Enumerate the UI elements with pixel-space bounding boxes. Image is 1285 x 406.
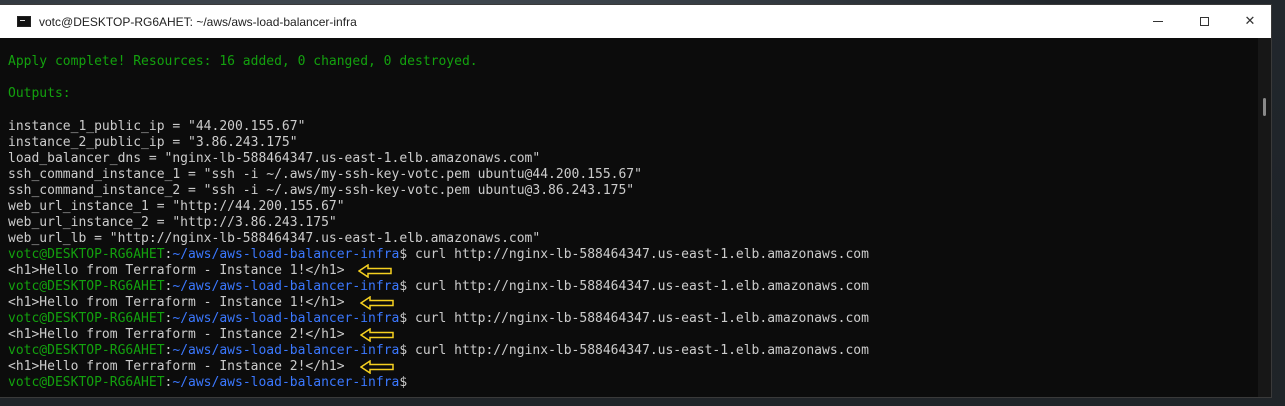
prompt-symbol: $ [399, 279, 408, 294]
output-line: ssh_command_instance_2 = "ssh -i ~/.aws/… [8, 183, 635, 198]
prompt-symbol: $ [399, 311, 408, 326]
prompt-symbol: $ [399, 375, 408, 390]
scrollbar-thumb[interactable] [1263, 98, 1266, 116]
output-line: web_url_lb = "http://nginx-lb-588464347.… [8, 231, 541, 246]
window-title: votc@DESKTOP-RG6AHET: ~/aws/aws-load-bal… [39, 14, 357, 29]
prompt-line: votc@DESKTOP-RG6AHET:~/aws/aws-load-bala… [8, 343, 869, 359]
prompt-line: votc@DESKTOP-RG6AHET:~/aws/aws-load-bala… [8, 311, 869, 327]
prompt-line: votc@DESKTOP-RG6AHET:~/aws/aws-load-bala… [8, 247, 869, 263]
close-button[interactable]: ✕ [1227, 5, 1273, 38]
output-line: load_balancer_dns = "nginx-lb-588464347.… [8, 151, 541, 166]
prompt-user: votc@DESKTOP-RG6AHET [8, 343, 165, 358]
prompt-symbol: $ [399, 247, 408, 262]
response-line: <h1>Hello from Terraform - Instance 2!</… [8, 359, 345, 374]
command-text: curl http://nginx-lb-588464347.us-east-1… [407, 311, 869, 326]
prompt-path: ~/aws/aws-load-balancer-infra [172, 375, 400, 390]
output-line: instance_2_public_ip = "3.86.243.175" [8, 135, 298, 150]
command-text: curl http://nginx-lb-588464347.us-east-1… [407, 247, 869, 262]
prompt-user: votc@DESKTOP-RG6AHET [8, 247, 165, 262]
prompt-path: ~/aws/aws-load-balancer-infra [172, 247, 400, 262]
maximize-button[interactable] [1181, 5, 1227, 38]
annotation-arrow-icon [358, 264, 392, 278]
terminal-icon [17, 16, 31, 27]
output-line: web_url_instance_2 = "http://3.86.243.17… [8, 215, 337, 230]
command-text: curl http://nginx-lb-588464347.us-east-1… [407, 279, 869, 294]
terminal-output[interactable]: Apply complete! Resources: 16 added, 0 c… [0, 38, 1258, 397]
prompt-line[interactable]: votc@DESKTOP-RG6AHET:~/aws/aws-load-bala… [8, 375, 407, 391]
response-line: <h1>Hello from Terraform - Instance 2!</… [8, 327, 345, 342]
annotation-arrow-icon [360, 328, 394, 342]
title-bar[interactable]: votc@DESKTOP-RG6AHET: ~/aws/aws-load-bal… [0, 5, 1271, 38]
prompt-user: votc@DESKTOP-RG6AHET [8, 375, 165, 390]
scrollbar[interactable] [1258, 38, 1271, 397]
prompt-symbol: $ [399, 343, 408, 358]
apply-complete-line: Apply complete! Resources: 16 added, 0 c… [8, 54, 478, 69]
response-line: <h1>Hello from Terraform - Instance 1!</… [8, 263, 345, 278]
prompt-line: votc@DESKTOP-RG6AHET:~/aws/aws-load-bala… [8, 279, 869, 295]
close-icon: ✕ [1244, 14, 1256, 29]
minimize-button[interactable] [1135, 5, 1181, 38]
annotation-arrow-icon [360, 296, 394, 310]
output-line: ssh_command_instance_1 = "ssh -i ~/.aws/… [8, 167, 642, 182]
outputs-label: Outputs: [8, 86, 71, 101]
prompt-path: ~/aws/aws-load-balancer-infra [172, 311, 400, 326]
prompt-user: votc@DESKTOP-RG6AHET [8, 279, 165, 294]
minimize-icon [1153, 21, 1163, 22]
prompt-path: ~/aws/aws-load-balancer-infra [172, 279, 400, 294]
output-line: instance_1_public_ip = "44.200.155.67" [8, 119, 306, 134]
maximize-icon [1199, 17, 1209, 26]
terminal-window[interactable]: votc@DESKTOP-RG6AHET: ~/aws/aws-load-bal… [0, 5, 1271, 397]
output-line: web_url_instance_1 = "http://44.200.155.… [8, 199, 345, 214]
command-text: curl http://nginx-lb-588464347.us-east-1… [407, 343, 869, 358]
prompt-user: votc@DESKTOP-RG6AHET [8, 311, 165, 326]
annotation-arrow-icon [360, 360, 394, 374]
response-line: <h1>Hello from Terraform - Instance 1!</… [8, 295, 345, 310]
prompt-path: ~/aws/aws-load-balancer-infra [172, 343, 400, 358]
